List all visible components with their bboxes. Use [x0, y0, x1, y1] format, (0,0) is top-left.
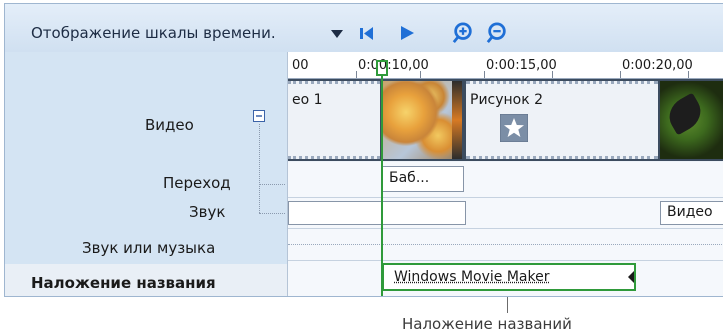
- video-track: ео 1 Рисунок 2: [288, 79, 723, 161]
- ruler-tick-label: 0:00:20,00: [622, 58, 693, 73]
- image-clip[interactable]: Рисунок 2: [466, 81, 658, 159]
- title-clip-label: Windows Movie Maker: [394, 269, 550, 285]
- ruler-tick-label: 0:00:10,00: [358, 58, 429, 73]
- ruler-tick-label: 0:00:15,00: [486, 58, 557, 73]
- image-clip-thumbnail[interactable]: [660, 81, 723, 159]
- audio-clip[interactable]: Видео: [660, 201, 723, 225]
- playhead-line[interactable]: [381, 76, 383, 296]
- star-icon: [500, 114, 528, 142]
- title-track-header[interactable]: Наложение названия: [5, 264, 288, 296]
- playhead-handle[interactable]: [376, 60, 388, 76]
- track-label-transition: Переход: [163, 174, 231, 192]
- track-label-audio-music: Звук или музыка: [82, 239, 216, 257]
- ruler-tick: [420, 71, 421, 78]
- ruler-tick-label: 00: [292, 58, 309, 73]
- ruler-tick: [484, 71, 485, 78]
- ruler-tick: [356, 71, 357, 78]
- tree-connector: [259, 124, 261, 213]
- track-label-audio: Звук: [189, 203, 226, 221]
- callout-line: [507, 297, 508, 313]
- tree-connector: [259, 184, 285, 186]
- column-divider: [287, 52, 288, 296]
- audio-clip[interactable]: [288, 201, 466, 225]
- collapse-icon[interactable]: [253, 110, 265, 122]
- audio-track: Видео: [288, 198, 723, 229]
- tree-connector: [259, 213, 285, 215]
- track-label-video: Видео: [145, 116, 194, 134]
- title-clip[interactable]: Windows Movie Maker: [382, 263, 636, 291]
- time-ruler[interactable]: 00 0:00:10,00 0:00:15,00 0:00:20,00: [288, 52, 723, 79]
- track-label-title-overlay: Наложение названия: [31, 274, 216, 292]
- callout-label: Наложение названий: [402, 315, 572, 333]
- image-clip-label: Рисунок 2: [470, 92, 544, 108]
- video-clip[interactable]: ео 1: [288, 81, 380, 159]
- timeline-toolbar: Отображение шкалы времени.: [5, 4, 723, 52]
- zoom-in-icon[interactable]: [451, 22, 475, 44]
- title-overlay-track: Windows Movie Maker: [288, 261, 723, 296]
- ruler-tick: [552, 71, 553, 78]
- timeline-panel: Отображение шкалы времени. Видео Переход…: [4, 3, 723, 297]
- transition-clip-label: Баб...: [389, 170, 430, 186]
- image-clip-thumbnail[interactable]: [382, 81, 462, 159]
- video-clip-label: ео 1: [292, 92, 323, 108]
- timeline-view-label[interactable]: Отображение шкалы времени.: [31, 24, 276, 42]
- ruler-tick: [620, 71, 621, 78]
- dropdown-triangle-icon[interactable]: [331, 29, 343, 39]
- skip-to-start-icon[interactable]: [357, 22, 377, 44]
- transition-track: Баб...: [288, 162, 723, 198]
- play-icon[interactable]: [397, 22, 417, 44]
- audio-clip-label: Видео: [667, 204, 713, 220]
- transition-clip[interactable]: Баб...: [382, 166, 464, 192]
- audio-music-track: [288, 229, 723, 261]
- ruler-tick: [688, 71, 689, 78]
- zoom-out-icon[interactable]: [485, 22, 509, 44]
- timeline-lanes: 00 0:00:10,00 0:00:15,00 0:00:20,00 ео 1…: [288, 52, 723, 296]
